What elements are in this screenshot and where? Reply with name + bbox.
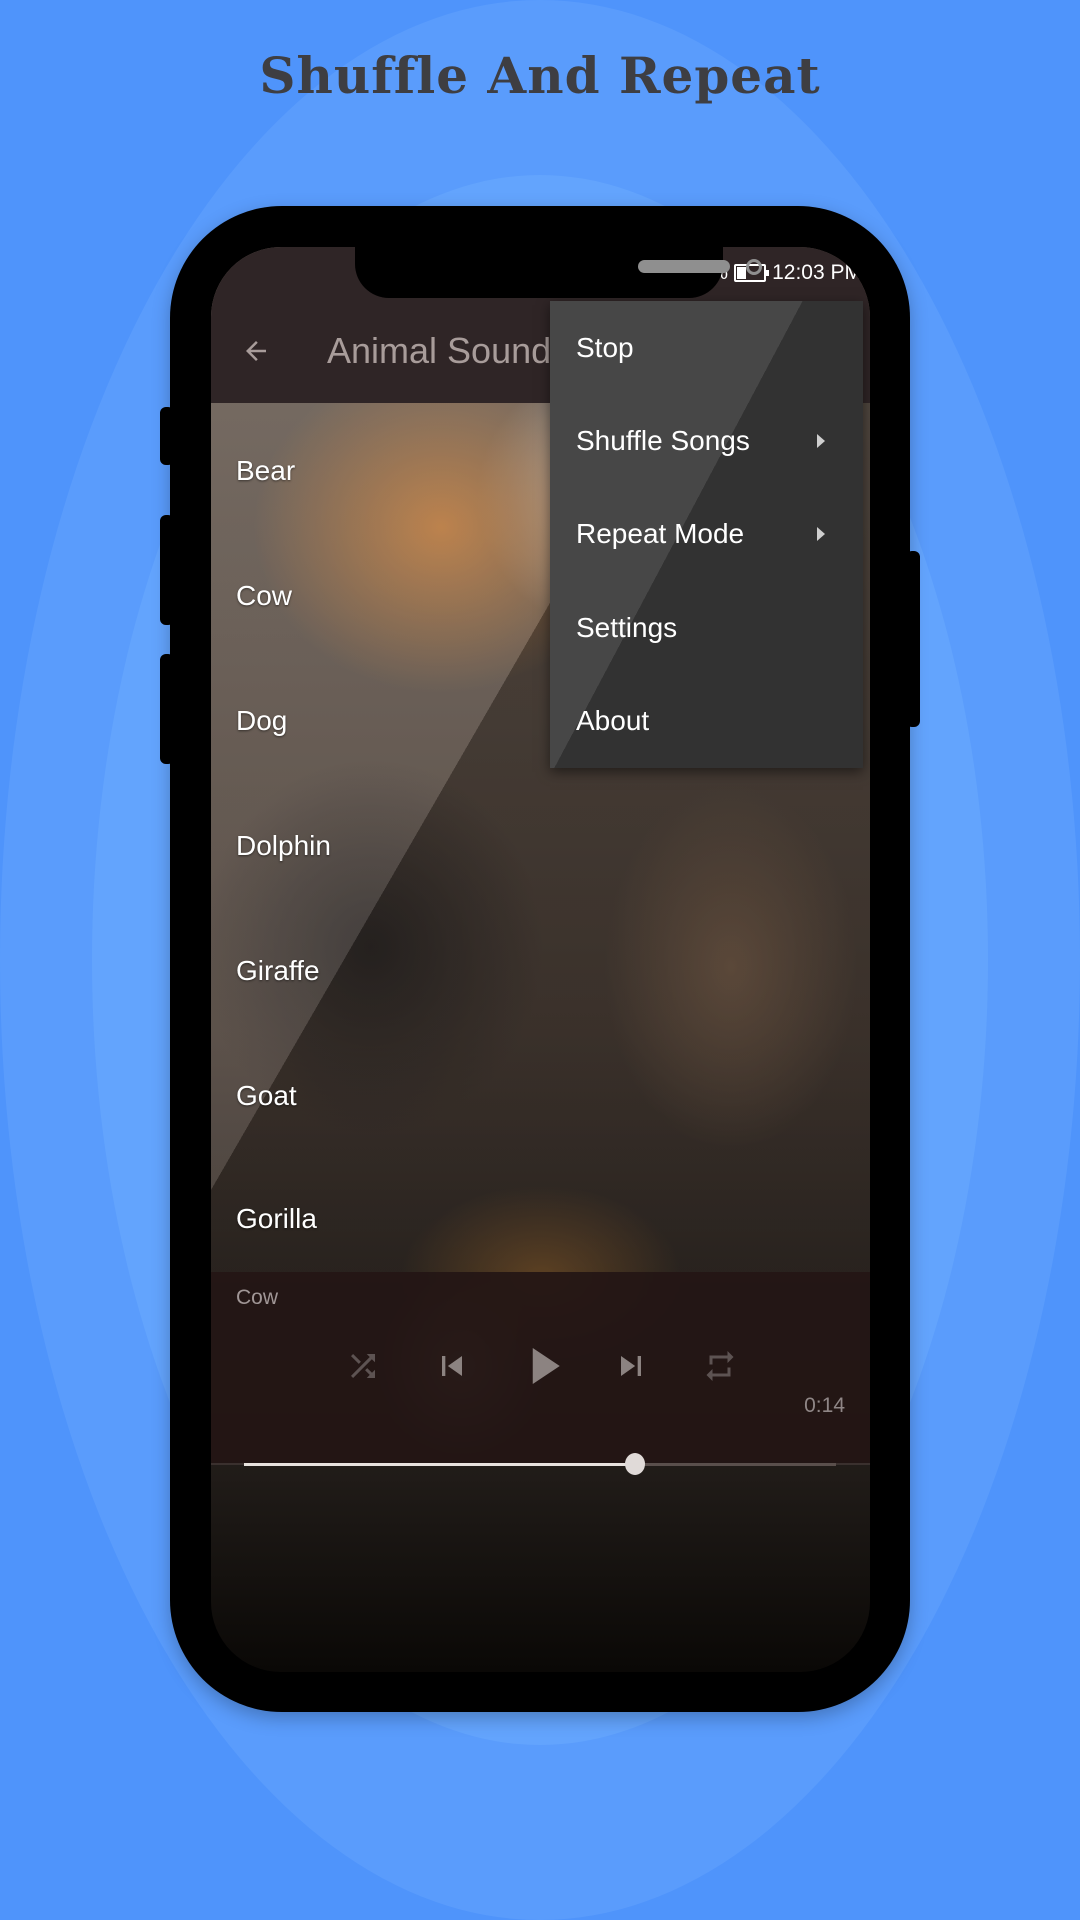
arrow-left-icon [246,341,266,361]
seek-bar-thumb[interactable] [624,1453,645,1475]
list-item[interactable]: Cow [236,580,292,612]
phone-notch [355,247,762,298]
skip-next-icon [621,1356,641,1376]
status-time: 12:03 PM [772,261,862,284]
list-item[interactable]: Gorilla [236,1203,317,1235]
seek-bar[interactable] [244,1453,836,1475]
skip-previous-icon [442,1356,462,1376]
menu-item-settings[interactable]: Settings [550,581,863,674]
menu-item-label: Settings [576,611,678,643]
next-button[interactable] [609,1344,653,1388]
list-item[interactable]: Dog [236,705,287,737]
menu-item-label: Stop [576,331,634,363]
now-playing-title: Cow [236,1286,279,1309]
submenu-arrow-icon [817,527,825,542]
music-player-panel: Cow 0:14 [211,1272,870,1475]
seek-bar-progress [244,1463,635,1466]
repeat-icon [706,1351,734,1381]
elapsed-time: 0:14 [804,1394,845,1417]
front-camera [746,259,762,275]
submenu-arrow-icon [817,433,825,448]
overflow-menu: Stop Shuffle Songs Repeat Mode Settings … [550,301,863,768]
list-item[interactable]: Dolphin [236,830,331,862]
list-item[interactable]: Goat [236,1080,297,1112]
phone-screen: % 12:03 PM Animal Sounds Bear Cow Dog Do… [211,247,870,1672]
speaker-grille [638,260,730,273]
list-item[interactable]: Giraffe [236,955,320,987]
repeat-button[interactable] [698,1344,742,1388]
menu-item-label: Repeat Mode [576,518,745,550]
menu-item-shuffle-songs[interactable]: Shuffle Songs [550,394,863,487]
menu-item-label: About [576,705,650,737]
promo-headline: Shuffle And Repeat [259,46,821,105]
menu-item-about[interactable]: About [550,675,863,768]
play-icon [532,1348,560,1384]
menu-item-repeat-mode[interactable]: Repeat Mode [550,488,863,581]
back-button[interactable] [233,328,279,374]
menu-item-stop[interactable]: Stop [550,301,863,394]
status-indicators: % 12:03 PM [709,261,862,285]
list-item[interactable]: Bear [236,455,295,487]
menu-item-label: Shuffle Songs [576,424,750,456]
previous-button[interactable] [430,1344,474,1388]
play-button[interactable] [517,1338,571,1394]
shuffle-button[interactable] [341,1344,385,1388]
shuffle-icon [351,1354,375,1378]
app-title: Animal Sounds [327,330,570,371]
